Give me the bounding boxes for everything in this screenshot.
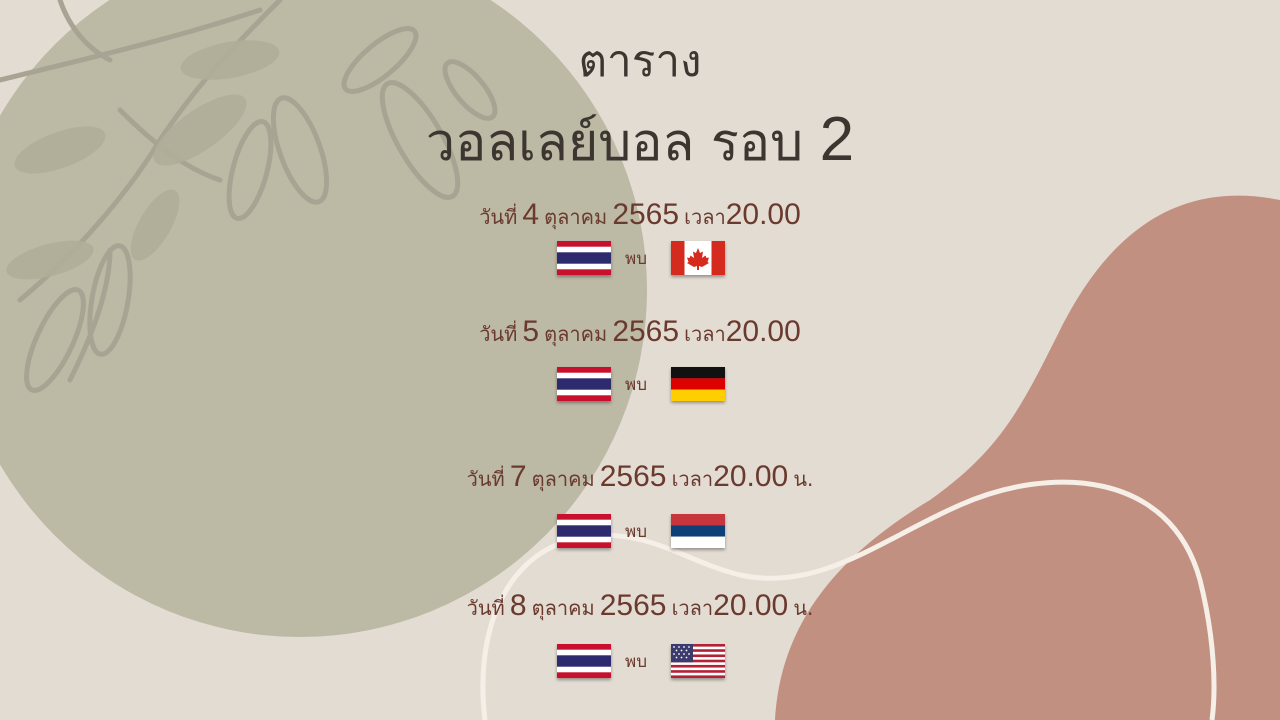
canada-flag-icon <box>671 241 725 275</box>
match-time: 20.00 <box>725 315 801 348</box>
time-label: เวลา <box>671 596 714 620</box>
month-label: ตุลาคม <box>544 205 608 229</box>
day-number: 8 <box>509 589 527 622</box>
month-label: ตุลาคม <box>531 596 595 620</box>
versus-label: พบ <box>625 652 647 672</box>
page-subtitle: วอลเลย์บอล รอบ 2 <box>0 100 1280 183</box>
month-label: ตุลาคม <box>531 467 595 491</box>
thailand-flag-icon <box>557 367 611 401</box>
match-flags: พบ <box>0 514 1280 548</box>
match-date-line: วันที่ 7 ตุลาคม 2565 เวลา20.00 น. <box>0 460 1280 495</box>
time-label: เวลา <box>684 322 726 346</box>
versus-label: พบ <box>625 522 647 542</box>
subtitle-text: วอลเลย์บอล รอบ <box>425 113 804 173</box>
match-flags: พบ <box>0 241 1280 275</box>
time-suffix: น. <box>793 467 814 491</box>
day-number: 5 <box>522 315 540 348</box>
year: 2565 <box>612 315 680 348</box>
germany-flag-icon <box>671 367 725 401</box>
time-label: เวลา <box>684 205 726 229</box>
day-number: 7 <box>509 460 527 493</box>
versus-label: พบ <box>625 375 647 395</box>
round-number: 2 <box>819 105 855 174</box>
serbia-flag-icon <box>671 514 725 548</box>
match-date-line: วันที่ 4 ตุลาคม 2565 เวลา20.00 <box>0 198 1280 233</box>
match-date-line: วันที่ 8 ตุลาคม 2565 เวลา20.00 น. <box>0 589 1280 624</box>
time-suffix: น. <box>793 596 814 620</box>
match-time: 20.00 <box>725 198 801 231</box>
match-time: 20.00 <box>713 460 789 493</box>
match-flags: พบ <box>0 644 1280 678</box>
day-label: วันที่ <box>479 322 518 346</box>
thailand-flag-icon <box>557 514 611 548</box>
year: 2565 <box>612 198 680 231</box>
day-label: วันที่ <box>466 467 505 491</box>
day-number: 4 <box>522 198 540 231</box>
year: 2565 <box>599 589 667 622</box>
thailand-flag-icon <box>557 644 611 678</box>
month-label: ตุลาคม <box>544 322 608 346</box>
match-time: 20.00 <box>713 589 789 622</box>
time-label: เวลา <box>671 467 714 491</box>
match-date-line: วันที่ 5 ตุลาคม 2565 เวลา20.00 <box>0 315 1280 350</box>
day-label: วันที่ <box>479 205 518 229</box>
year: 2565 <box>599 460 667 493</box>
versus-label: พบ <box>625 249 647 269</box>
thailand-flag-icon <box>557 241 611 275</box>
page-title: ตาราง <box>578 36 702 87</box>
usa-flag-icon <box>671 644 725 678</box>
day-label: วันที่ <box>466 596 505 620</box>
match-flags: พบ <box>0 367 1280 401</box>
